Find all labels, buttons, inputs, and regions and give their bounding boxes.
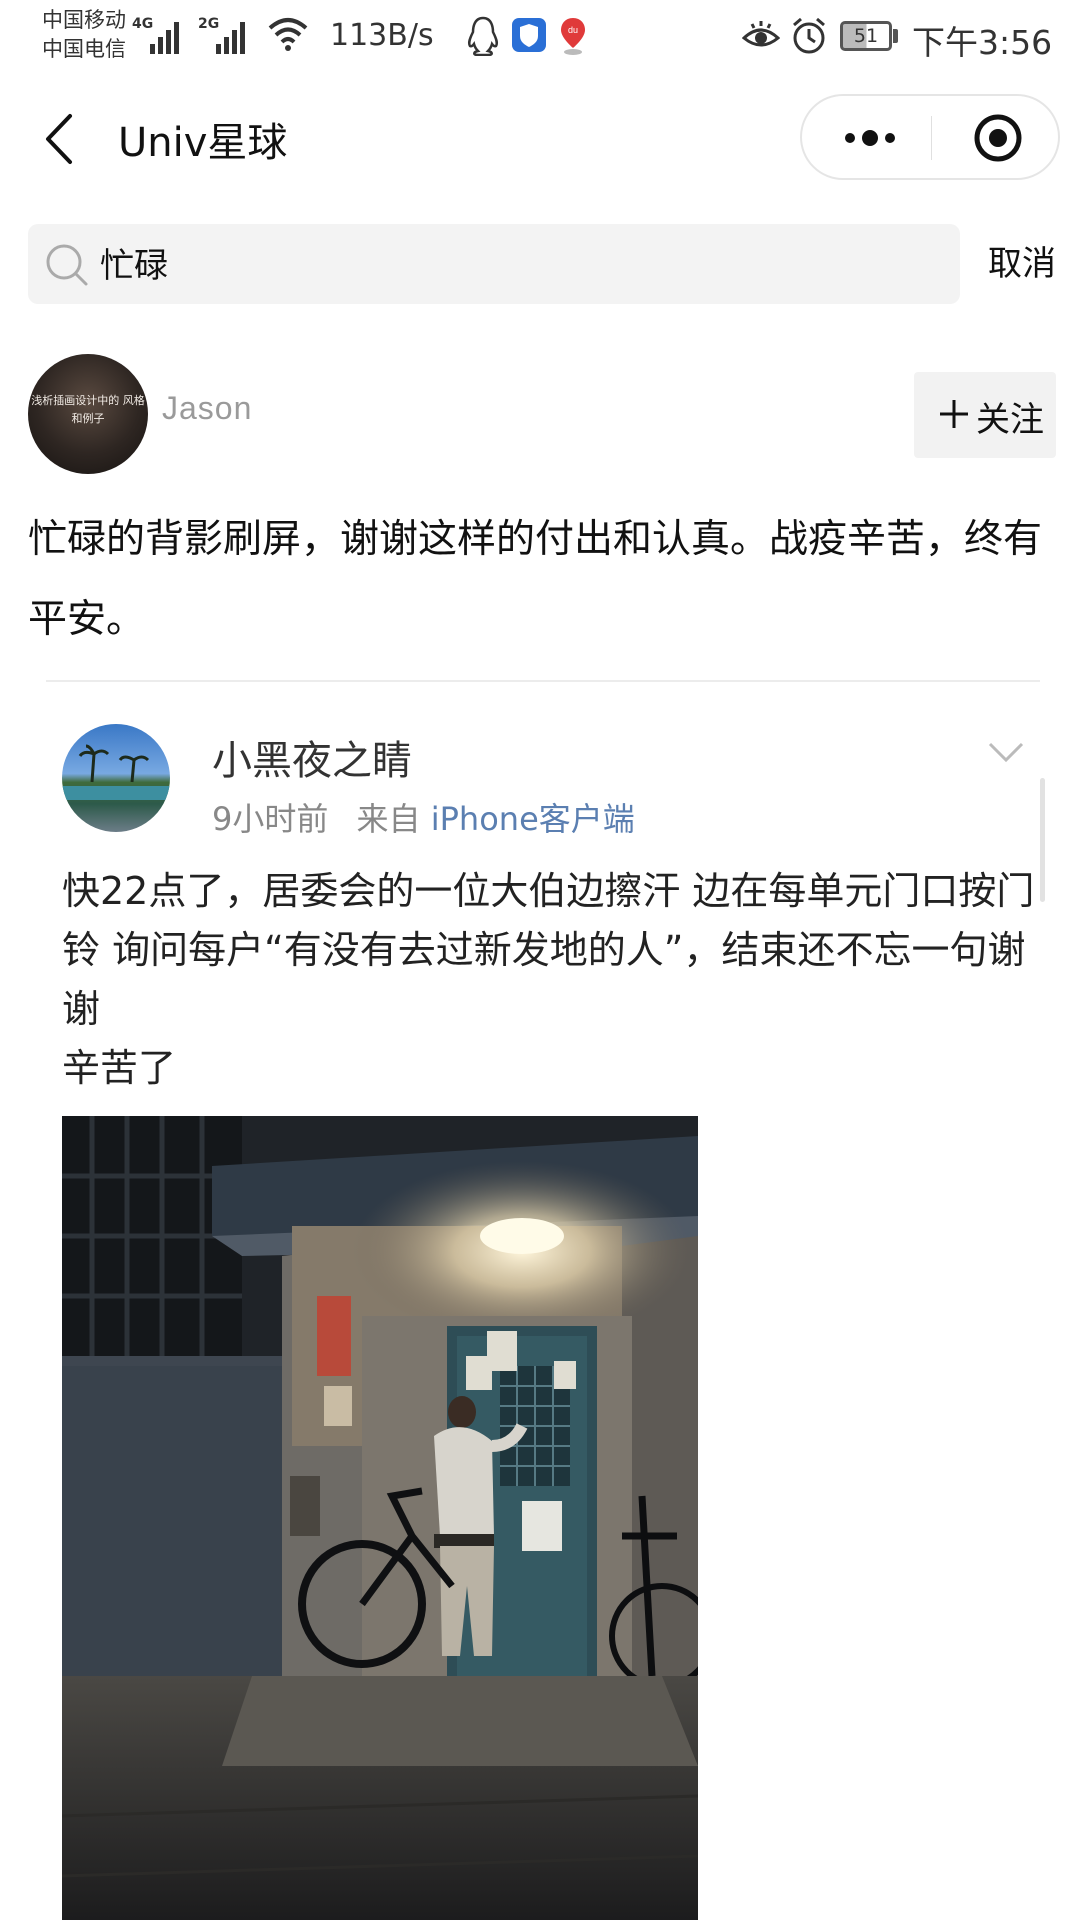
source-link[interactable]: iPhone客户端 bbox=[431, 800, 635, 838]
shield-icon bbox=[512, 18, 546, 52]
avatar-caption: 浅析插画设计中的 风格和例子 bbox=[31, 394, 145, 425]
svg-text:du: du bbox=[568, 25, 578, 35]
follow-button[interactable]: 关注 bbox=[914, 372, 1056, 458]
carrier-1: 中国移动 bbox=[42, 8, 126, 32]
mini-program-capsule bbox=[800, 94, 1060, 180]
carrier-labels: 中国移动 中国电信 bbox=[42, 6, 126, 64]
eye-icon bbox=[742, 21, 780, 47]
embedded-meta: 9小时前 来自 iPhone客户端 bbox=[212, 794, 635, 840]
embedded-avatar[interactable] bbox=[62, 724, 170, 832]
follow-label: 关注 bbox=[976, 400, 1044, 440]
avatar-photo bbox=[62, 744, 170, 800]
close-mini-program-icon[interactable] bbox=[972, 112, 1024, 164]
nav-bar: Univ星球 bbox=[0, 78, 1080, 198]
post-text: 忙碌的背影刷屏，谢谢这样的付出和认真。战疫辛苦，终有平安。 bbox=[28, 517, 1043, 642]
network-speed: 113B/s bbox=[330, 18, 434, 53]
more-options-icon[interactable] bbox=[838, 116, 902, 160]
status-bar: 中国移动 中国电信 4G 2G 113B/s du 51 下午3:56 bbox=[42, 6, 1053, 64]
page-title: Univ星球 bbox=[118, 120, 288, 166]
chevron-down-icon[interactable] bbox=[986, 740, 1026, 766]
back-arrow-icon[interactable] bbox=[42, 112, 82, 166]
battery-icon: 51 bbox=[840, 21, 892, 51]
clock: 下午3:56 bbox=[912, 23, 1053, 62]
carrier-2: 中国电信 bbox=[42, 37, 126, 61]
source-prefix: 来自 bbox=[356, 800, 421, 838]
capsule-divider bbox=[931, 116, 932, 160]
search-bar[interactable]: 忙碌 bbox=[28, 224, 960, 304]
divider bbox=[46, 680, 1040, 682]
search-icon bbox=[46, 244, 88, 286]
night-doorway-photo bbox=[62, 1116, 698, 1920]
cancel-button[interactable]: 取消 bbox=[988, 236, 1056, 285]
search-input[interactable]: 忙碌 bbox=[100, 238, 168, 287]
map-pin-icon: du bbox=[561, 18, 585, 55]
embedded-author-name[interactable]: 小黑夜之睛 bbox=[212, 728, 412, 786]
plus-icon bbox=[940, 400, 968, 428]
alarm-icon bbox=[793, 17, 825, 54]
post-time: 9小时前 bbox=[212, 800, 329, 838]
post-photo[interactable] bbox=[62, 1116, 698, 1920]
battery-tip bbox=[893, 29, 898, 43]
embedded-text: 快22点了，居委会的一位大伯边擦汗 边在每单元门口按门铃 询问每户“有没有去过新… bbox=[62, 869, 1035, 1090]
author-name[interactable]: Jason bbox=[162, 390, 252, 427]
qq-icon bbox=[467, 16, 499, 56]
avatar[interactable]: 浅析插画设计中的 风格和例子 bbox=[28, 354, 148, 474]
wifi-icon bbox=[268, 18, 308, 51]
